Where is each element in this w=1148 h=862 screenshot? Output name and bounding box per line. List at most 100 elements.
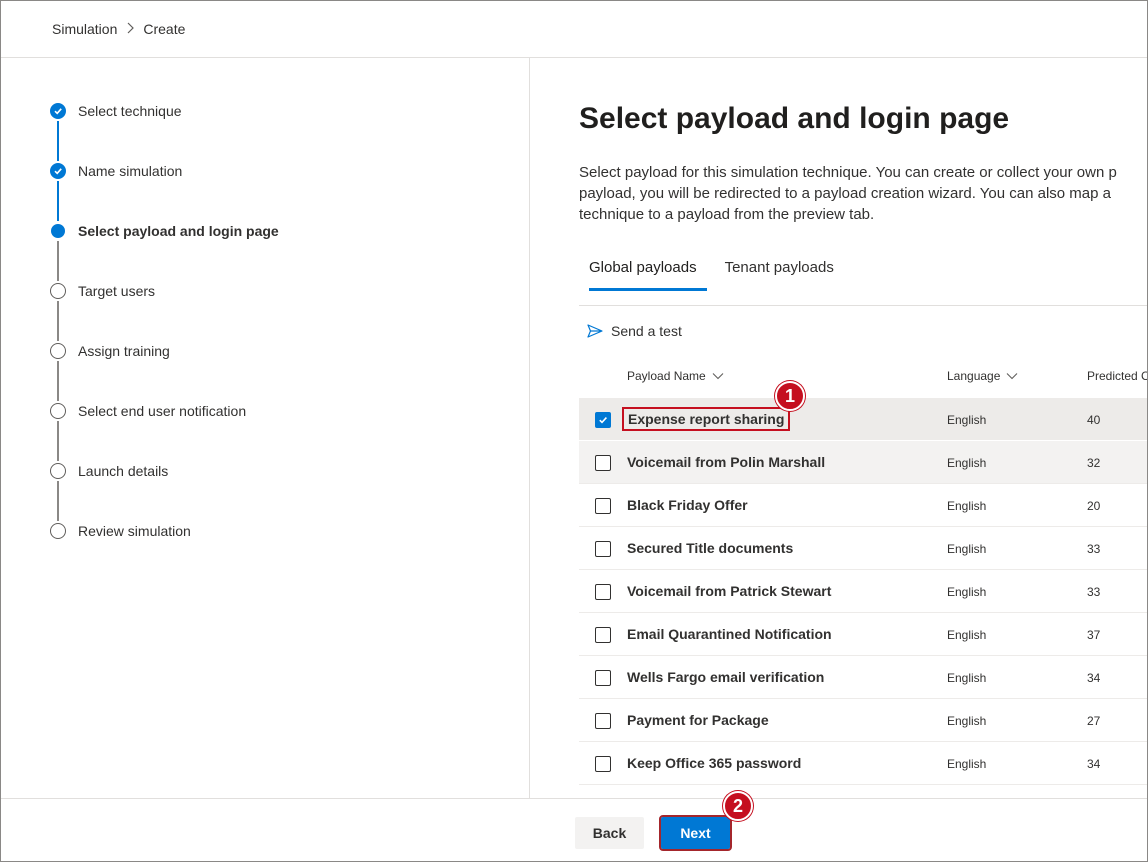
wizard-step-label: Assign training: [78, 343, 170, 359]
payload-predicted: 27: [1087, 714, 1101, 728]
column-header-label: Payload Name: [627, 369, 706, 383]
table-row[interactable]: Email Quarantined Notification English 3…: [579, 613, 1147, 656]
column-header-label: Language: [947, 369, 1001, 383]
pending-step-icon: [50, 403, 66, 419]
send-test-label: Send a test: [611, 323, 682, 339]
payload-name[interactable]: Wells Fargo email verification: [627, 669, 824, 685]
table-row[interactable]: Keep Office 365 password English 34: [579, 742, 1147, 785]
description-line: payload, you will be redirected to a pay…: [579, 185, 1111, 202]
payload-language: English: [947, 499, 987, 513]
wizard-step-name-simulation[interactable]: Name simulation: [50, 161, 182, 181]
wizard-step-assign-training[interactable]: Assign training: [50, 341, 170, 361]
payload-language: English: [947, 456, 987, 470]
send-test-button[interactable]: Send a test: [587, 320, 682, 342]
send-icon: [587, 324, 603, 338]
column-header-language[interactable]: Language: [947, 369, 1018, 383]
payload-language: English: [947, 714, 987, 728]
table-row[interactable]: Wells Fargo email verification English 3…: [579, 656, 1147, 699]
step-connector: [57, 121, 59, 161]
step-connector: [57, 481, 59, 521]
payload-language: English: [947, 757, 987, 771]
payload-name[interactable]: Voicemail from Patrick Stewart: [627, 583, 831, 599]
payload-predicted: 34: [1087, 757, 1101, 771]
wizard-step-review-simulation[interactable]: Review simulation: [50, 521, 191, 541]
annotation-marker-2: 2: [723, 791, 753, 821]
payload-name[interactable]: Email Quarantined Notification: [627, 626, 832, 642]
wizard-footer: Back Next: [1, 798, 1147, 861]
payload-table: Expense report sharing English 40 Voicem…: [579, 398, 1147, 785]
row-checkbox[interactable]: [595, 455, 611, 471]
back-button[interactable]: Back: [575, 817, 644, 849]
column-header-label: Predicted C: [1087, 369, 1147, 383]
breadcrumb-current: Create: [143, 21, 186, 37]
breadcrumb: Simulation Create: [1, 1, 1147, 58]
payload-name[interactable]: Voicemail from Polin Marshall: [627, 454, 825, 470]
wizard-step-launch-details[interactable]: Launch details: [50, 461, 168, 481]
row-checkbox[interactable]: [595, 584, 611, 600]
wizard-steps-panel: Select technique Name simulation Select …: [1, 58, 530, 798]
column-header-predicted[interactable]: Predicted C: [1087, 369, 1147, 383]
wizard-step-select-payload[interactable]: Select payload and login page: [50, 221, 279, 241]
tab-tenant-payloads[interactable]: Tenant payloads: [715, 257, 844, 291]
checkmark-icon: [50, 103, 66, 119]
step-connector: [57, 361, 59, 401]
row-checkbox[interactable]: [595, 498, 611, 514]
pending-step-icon: [50, 523, 66, 539]
step-connector: [57, 301, 59, 341]
table-row[interactable]: Voicemail from Polin Marshall English 32: [579, 441, 1147, 484]
page-description: Select payload for this simulation techn…: [579, 162, 1147, 225]
row-checkbox[interactable]: [595, 541, 611, 557]
payload-name[interactable]: Secured Title documents: [627, 540, 793, 556]
payload-name[interactable]: Payment for Package: [627, 712, 769, 728]
next-button[interactable]: Next: [659, 815, 732, 851]
chevron-down-icon: [712, 373, 724, 380]
wizard-step-select-technique[interactable]: Select technique: [50, 101, 182, 121]
payload-predicted: 33: [1087, 585, 1101, 599]
step-connector: [57, 421, 59, 461]
payload-name[interactable]: Expense report sharing: [621, 407, 791, 431]
table-row[interactable]: Voicemail from Patrick Stewart English 3…: [579, 570, 1147, 613]
checkmark-icon: [599, 417, 607, 424]
current-step-icon: [51, 224, 65, 238]
table-row[interactable]: Secured Title documents English 33: [579, 527, 1147, 570]
payload-language: English: [947, 585, 987, 599]
payload-predicted: 34: [1087, 671, 1101, 685]
table-row[interactable]: Expense report sharing English 40: [579, 398, 1147, 441]
description-line: technique to a payload from the preview …: [579, 206, 875, 223]
wizard-step-label: Select payload and login page: [78, 223, 279, 239]
chevron-down-icon: [1007, 373, 1018, 380]
wizard-step-target-users[interactable]: Target users: [50, 281, 155, 301]
payload-name[interactable]: Keep Office 365 password: [627, 755, 801, 771]
payload-predicted: 33: [1087, 542, 1101, 556]
payload-language: English: [947, 628, 987, 642]
table-row[interactable]: Payment for Package English 27: [579, 699, 1147, 742]
payload-name[interactable]: Black Friday Offer: [627, 497, 748, 513]
wizard-step-end-user-notification[interactable]: Select end user notification: [50, 401, 246, 421]
payload-language: English: [947, 671, 987, 685]
column-header-payload-name[interactable]: Payload Name: [627, 369, 724, 383]
main-content: Select payload and login page Select pay…: [531, 58, 1147, 798]
pending-step-icon: [50, 463, 66, 479]
app-frame: Simulation Create Select technique Name …: [0, 0, 1148, 862]
table-header: Payload Name Language Predicted C: [579, 356, 1147, 396]
row-checkbox[interactable]: [595, 756, 611, 772]
payload-predicted: 37: [1087, 628, 1101, 642]
checkmark-icon: [50, 163, 66, 179]
table-row[interactable]: Black Friday Offer English 20: [579, 484, 1147, 527]
wizard-step-label: Select technique: [78, 103, 182, 119]
payload-language: English: [947, 413, 987, 427]
row-checkbox[interactable]: [595, 713, 611, 729]
row-checkbox[interactable]: [595, 670, 611, 686]
pending-step-icon: [50, 283, 66, 299]
tab-global-payloads[interactable]: Global payloads: [579, 257, 707, 291]
row-checkbox[interactable]: [595, 627, 611, 643]
divider: [579, 305, 1147, 306]
step-connector: [57, 241, 59, 281]
row-checkbox[interactable]: [595, 412, 611, 428]
wizard-step-label: Name simulation: [78, 163, 183, 179]
annotation-marker-1: 1: [775, 381, 805, 411]
wizard-step-label: Review simulation: [78, 523, 191, 539]
breadcrumb-simulation-link[interactable]: Simulation: [52, 21, 117, 37]
page-title: Select payload and login page: [579, 102, 1010, 135]
wizard-step-label: Target users: [78, 283, 156, 299]
